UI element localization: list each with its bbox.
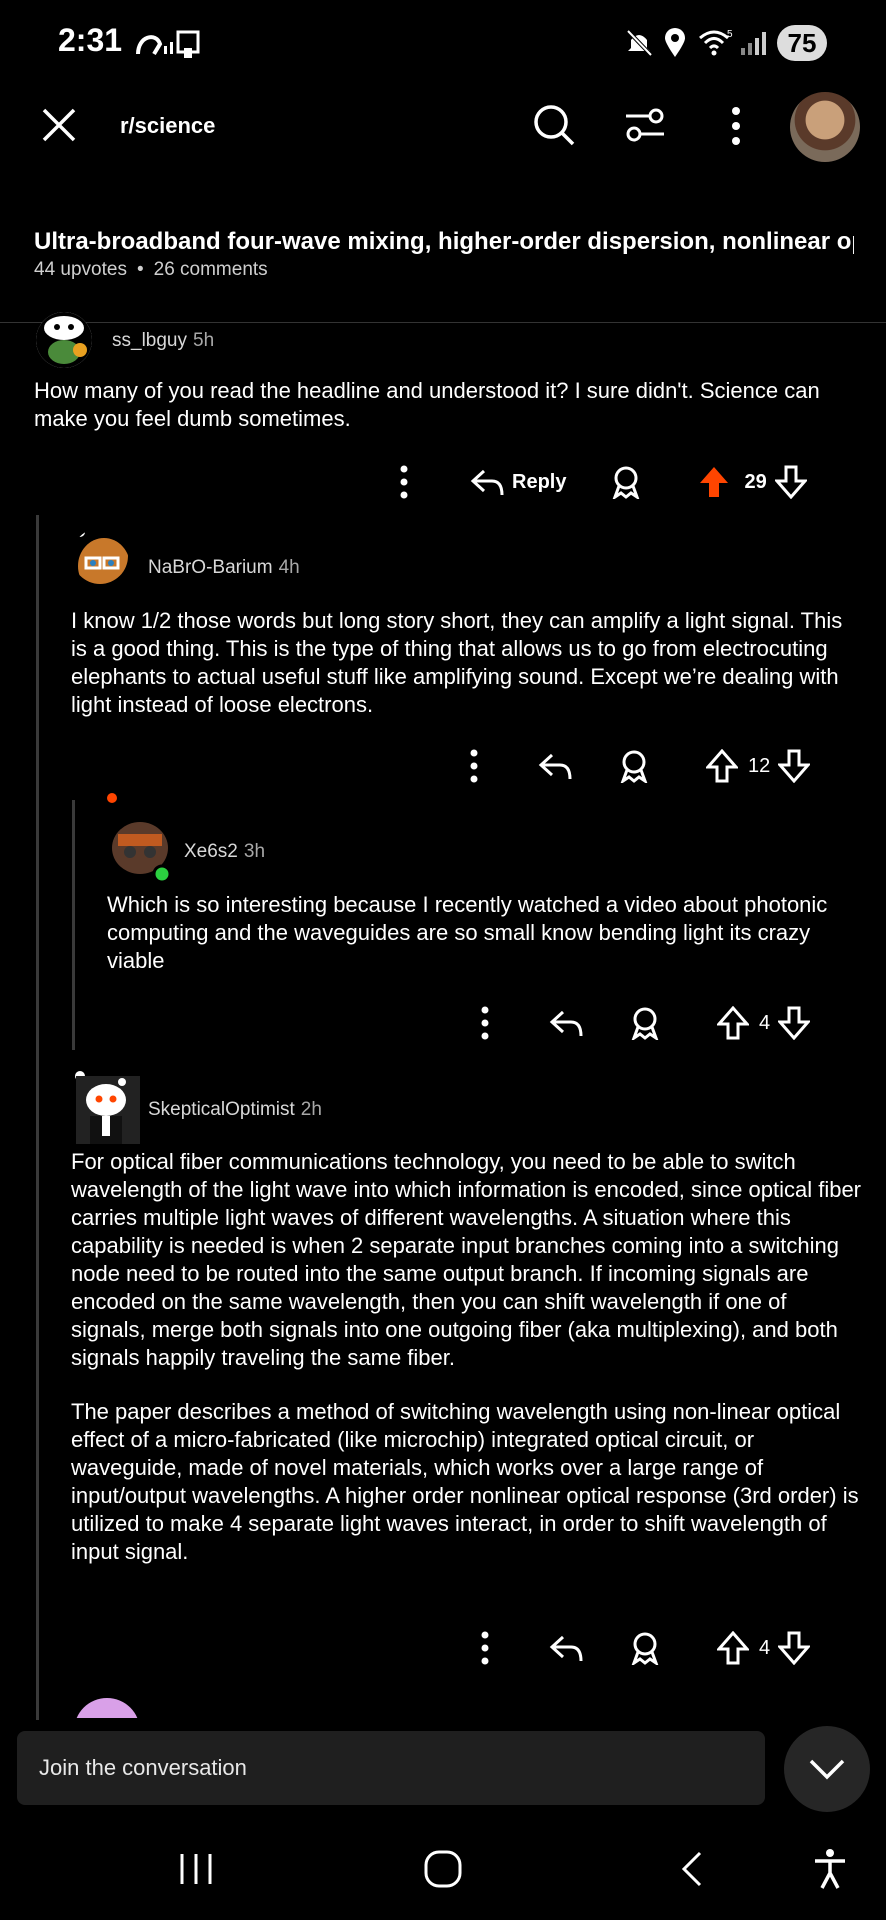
comment-paragraph: The paper describes a method of switchin… — [71, 1399, 859, 1564]
upvote-count: 44 upvotes — [34, 259, 127, 280]
upvote-icon[interactable] — [698, 465, 730, 499]
comment-body: Which is so interesting because I recent… — [107, 891, 857, 1001]
comment-header: NaBrO-Barium 4h — [148, 557, 300, 579]
reply-icon[interactable] — [538, 751, 572, 781]
commenter-avatar[interactable] — [72, 1068, 140, 1144]
reply-icon[interactable] — [549, 1008, 583, 1038]
mute-icon — [625, 28, 653, 58]
comment-body: How many of you read the headline and un… — [34, 377, 854, 459]
notification-icons — [134, 26, 204, 60]
close-icon[interactable] — [40, 106, 78, 144]
award-icon[interactable] — [629, 1006, 661, 1040]
comment-actions: 4 — [479, 1003, 811, 1043]
subreddit-name[interactable]: r/science — [120, 113, 215, 139]
home-icon[interactable] — [424, 1850, 462, 1888]
user-avatar[interactable] — [790, 92, 860, 162]
vote-count: 12 — [748, 754, 771, 777]
vote-count: 4 — [759, 1011, 771, 1034]
downvote-icon[interactable] — [778, 1006, 811, 1040]
collapse-button[interactable] — [784, 1726, 870, 1812]
comment-body: I know 1/2 those words but long story sh… — [71, 607, 861, 745]
recent-apps-icon[interactable] — [178, 1852, 214, 1886]
comment-time: 5h — [193, 330, 215, 351]
chevron-down-icon — [809, 1759, 845, 1780]
join-conversation-placeholder: Join the conversation — [39, 1755, 247, 1780]
thread-line — [72, 800, 75, 1050]
upvote-icon[interactable] — [706, 749, 738, 783]
comment-paragraph: For optical fiber communications technol… — [71, 1149, 862, 1370]
downvote-icon[interactable] — [778, 1631, 811, 1665]
reply-label[interactable]: Reply — [512, 471, 566, 494]
reply-button[interactable]: Reply — [470, 467, 566, 497]
comment-username[interactable]: NaBrO-Barium — [148, 557, 273, 578]
downvote-icon[interactable] — [774, 465, 807, 499]
signal-icon — [740, 30, 770, 56]
post-meta: 44 upvotes • 26 comments — [34, 259, 268, 281]
comment-header: ss_lbguy 5h — [112, 330, 214, 352]
commenter-avatar[interactable] — [72, 528, 128, 584]
filter-icon[interactable] — [624, 106, 666, 144]
svg-text:5: 5 — [727, 29, 733, 40]
comment-username[interactable]: Xe6s2 — [184, 841, 238, 862]
comment-time: 4h — [278, 557, 300, 578]
comment-actions: 12 — [468, 746, 811, 786]
comment-actions: 4 — [479, 1628, 811, 1668]
more-options-icon[interactable] — [398, 465, 410, 499]
comment-paragraph: How many of you read the headline and un… — [34, 378, 820, 431]
back-icon[interactable] — [680, 1851, 704, 1887]
more-options-icon[interactable] — [728, 106, 744, 146]
reply-icon[interactable] — [549, 1633, 583, 1663]
comment-paragraph: I know 1/2 those words but long story sh… — [71, 608, 843, 717]
status-time: 2:31 — [58, 22, 123, 58]
upvote-icon[interactable] — [717, 1006, 749, 1040]
location-icon — [664, 28, 686, 58]
comment-time: 2h — [300, 1099, 322, 1120]
award-icon[interactable] — [610, 465, 642, 499]
search-icon[interactable] — [533, 104, 575, 146]
award-icon[interactable] — [618, 749, 650, 783]
comment-username[interactable]: SkepticalOptimist — [148, 1099, 295, 1120]
upvote-icon[interactable] — [717, 1631, 749, 1665]
comment-time: 3h — [243, 841, 266, 862]
commenter-avatar[interactable] — [36, 312, 92, 368]
header-divider — [0, 322, 886, 323]
downvote-icon[interactable] — [778, 749, 811, 783]
comment-header: Xe6s2 3h — [184, 841, 265, 863]
comment-count: 26 comments — [153, 259, 268, 280]
comment-body: For optical fiber communications technol… — [71, 1148, 866, 1592]
vote-count: 29 — [744, 470, 767, 493]
more-options-icon[interactable] — [479, 1006, 491, 1040]
accessibility-icon[interactable] — [812, 1848, 848, 1890]
thread-line — [36, 515, 39, 1720]
more-options-icon[interactable] — [479, 1631, 491, 1665]
comment-header: SkepticalOptimist 2h — [148, 1099, 322, 1121]
comment-paragraph: Which is so interesting because I recent… — [107, 892, 828, 973]
award-icon[interactable] — [629, 1631, 661, 1665]
reply-icon — [470, 469, 504, 496]
wifi-icon: 5 — [698, 28, 734, 56]
separator-dot: • — [136, 259, 144, 280]
commenter-avatar[interactable] — [104, 790, 174, 886]
more-options-icon[interactable] — [468, 749, 480, 783]
comment-username[interactable]: ss_lbguy — [112, 330, 187, 351]
commenter-avatar[interactable] — [74, 1698, 140, 1718]
vote-count: 4 — [759, 1636, 771, 1659]
comment-actions: Reply 29 — [398, 462, 807, 502]
join-conversation-input[interactable]: Join the conversation — [17, 1731, 765, 1805]
battery-indicator: 75 — [777, 25, 827, 61]
post-title[interactable]: Ultra-broadband four-wave mixing, higher… — [34, 228, 854, 256]
